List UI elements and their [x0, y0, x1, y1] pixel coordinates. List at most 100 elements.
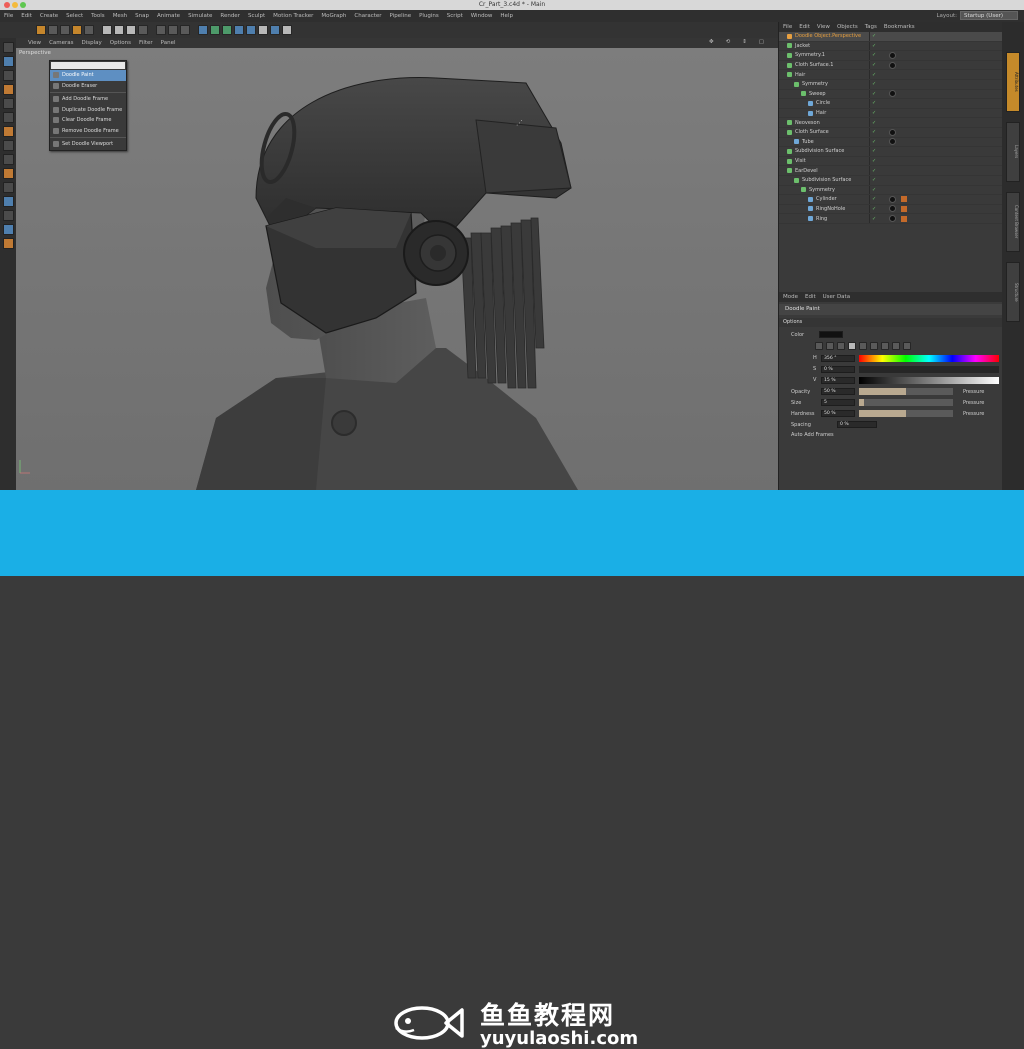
visibility-check-icon[interactable]: ✓ — [872, 139, 876, 145]
coordinate-system-icon[interactable] — [138, 25, 148, 35]
viewport-menu-view[interactable]: View — [28, 40, 41, 46]
hardness-field[interactable]: 50 % — [821, 410, 855, 417]
object-row[interactable]: Sweep ✓ — [779, 89, 1002, 100]
paint-mode-icon[interactable] — [2, 238, 14, 249]
object-row[interactable]: Tube ✓ — [779, 137, 1002, 148]
rotate-view-icon[interactable]: ⟲ — [726, 39, 731, 45]
snapping-icon[interactable] — [2, 168, 14, 179]
texture-tag-icon[interactable] — [901, 205, 907, 212]
v-value-field[interactable]: 15 % — [821, 377, 855, 384]
om-menu-file[interactable]: File — [783, 24, 792, 30]
menu-mesh[interactable]: Mesh — [113, 13, 127, 19]
viewport-menu-options[interactable]: Options — [110, 40, 131, 46]
maximize-view-icon[interactable]: ▢ — [759, 39, 764, 45]
y-axis-lock-icon[interactable] — [114, 25, 124, 35]
material-tag-icon[interactable] — [889, 195, 896, 203]
visibility-check-icon[interactable]: ✓ — [872, 196, 876, 202]
object-row[interactable]: Doodle Object.Perspective ✓ — [779, 32, 1002, 42]
visibility-check-icon[interactable]: ✓ — [872, 62, 876, 68]
size-slider[interactable] — [859, 399, 953, 406]
scale-tool-icon[interactable] — [60, 25, 70, 35]
model-mode-icon[interactable] — [2, 56, 14, 67]
hardness-slider[interactable] — [859, 410, 953, 417]
menu-select[interactable]: Select — [66, 13, 83, 19]
pen-spline-icon[interactable] — [210, 25, 220, 35]
object-row[interactable]: Cloth Surface.1 ✓ — [779, 60, 1002, 71]
object-row[interactable]: Cloth Surface ✓ — [779, 127, 1002, 138]
side-tab-structure[interactable]: Structure — [1006, 262, 1020, 322]
object-row[interactable]: Cylinder ✓ — [779, 195, 1002, 205]
menu-tools[interactable]: Tools — [91, 13, 105, 19]
om-menu-bookmarks[interactable]: Bookmarks — [884, 24, 915, 30]
om-menu-edit[interactable]: Edit — [799, 24, 810, 30]
object-row[interactable]: Circle ✓ — [779, 99, 1002, 109]
om-menu-objects[interactable]: Objects — [837, 24, 858, 30]
visibility-check-icon[interactable]: ✓ — [872, 43, 876, 49]
visibility-check-icon[interactable]: ✓ — [872, 52, 876, 58]
menu-plugins[interactable]: Plugins — [419, 13, 439, 19]
visibility-check-icon[interactable]: ✓ — [872, 81, 876, 87]
lock-workplane-icon[interactable] — [2, 196, 14, 207]
side-tab-layers[interactable]: Layers — [1006, 122, 1020, 182]
close-window-icon[interactable] — [4, 2, 10, 8]
z-axis-lock-icon[interactable] — [126, 25, 136, 35]
menu-sculpt[interactable]: Sculpt — [248, 13, 265, 19]
array-icon[interactable] — [234, 25, 244, 35]
color-swatch[interactable] — [819, 331, 843, 338]
points-mode-icon[interactable] — [2, 84, 14, 95]
am-menu-mode[interactable]: Mode — [783, 294, 798, 300]
render-view-icon[interactable] — [156, 25, 166, 35]
doodle-icon[interactable] — [2, 224, 14, 235]
popup-item-clear-doodle-frame[interactable]: Clear Doodle Frame — [50, 115, 126, 126]
options-tab[interactable]: Options — [779, 318, 1003, 327]
visibility-check-icon[interactable]: ✓ — [872, 72, 876, 78]
render-settings-icon[interactable] — [180, 25, 190, 35]
hue-slider[interactable] — [859, 355, 999, 362]
live-selection-icon[interactable] — [48, 25, 58, 35]
visibility-check-icon[interactable]: ✓ — [872, 120, 876, 126]
visibility-check-icon[interactable]: ✓ — [872, 129, 876, 135]
menu-snap[interactable]: Snap — [135, 13, 149, 19]
menu-create[interactable]: Create — [40, 13, 58, 19]
side-tab-attributes[interactable]: Attributes — [1006, 52, 1020, 112]
layout-dropdown[interactable]: Startup (User) — [960, 11, 1018, 20]
menu-motion-tracker[interactable]: Motion Tracker — [273, 13, 313, 19]
bend-deformer-icon[interactable] — [246, 25, 256, 35]
swatches-icon[interactable] — [892, 342, 900, 350]
texture-tag-icon[interactable] — [901, 215, 907, 222]
polygons-mode-icon[interactable] — [2, 112, 14, 123]
size-field[interactable]: 5 — [821, 399, 855, 406]
s-value-field[interactable]: 0 % — [821, 366, 855, 373]
value-slider[interactable] — [859, 377, 999, 384]
visibility-check-icon[interactable]: ✓ — [872, 177, 876, 183]
x-axis-lock-icon[interactable] — [102, 25, 112, 35]
object-row[interactable]: Symmetry ✓ — [779, 79, 1002, 90]
menu-simulate[interactable]: Simulate — [188, 13, 212, 19]
visibility-check-icon[interactable]: ✓ — [872, 148, 876, 154]
texture-mode-icon[interactable] — [2, 70, 14, 81]
move-tool-icon[interactable] — [36, 25, 46, 35]
visibility-check-icon[interactable]: ✓ — [872, 187, 876, 193]
om-menu-tags[interactable]: Tags — [865, 24, 877, 30]
menu-character[interactable]: Character — [354, 13, 381, 19]
object-row[interactable]: Neoveson ✓ — [779, 118, 1002, 128]
opacity-field[interactable]: 50 % — [821, 388, 855, 395]
banner-site-url[interactable]: yuyulaoshi.com — [480, 1028, 638, 1049]
popup-item-remove-doodle-frame[interactable]: Remove Doodle Frame — [50, 126, 126, 137]
object-row[interactable]: Symmetry ✓ — [779, 185, 1002, 196]
material-tag-icon[interactable] — [889, 61, 896, 69]
spacing-field[interactable]: 0 % — [837, 421, 877, 428]
menu-file[interactable]: File — [4, 13, 13, 19]
viewport-menu-cameras[interactable]: Cameras — [49, 40, 73, 46]
object-row[interactable]: Subdivision Surface ✓ — [779, 175, 1002, 186]
object-row[interactable]: Jacket ✓ — [779, 41, 1002, 52]
color-wheel-icon[interactable] — [815, 342, 823, 350]
camera-object-icon[interactable] — [270, 25, 280, 35]
viewport-solo-icon[interactable] — [2, 154, 14, 165]
popup-item-duplicate-doodle-frame[interactable]: Duplicate Doodle Frame — [50, 105, 126, 116]
viewport-menu-display[interactable]: Display — [82, 40, 102, 46]
planar-workplane-icon[interactable] — [2, 210, 14, 221]
material-tag-icon[interactable] — [889, 51, 896, 59]
popup-search-field[interactable] — [51, 62, 125, 69]
visibility-check-icon[interactable]: ✓ — [872, 216, 876, 222]
